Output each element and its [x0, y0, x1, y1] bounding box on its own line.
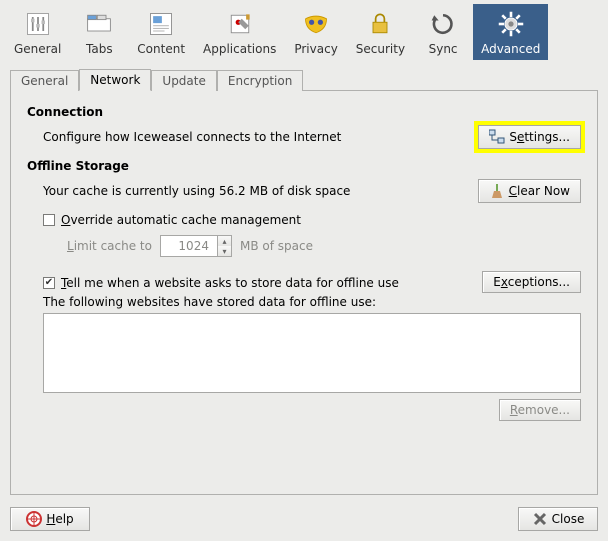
dialog-footer: Help Close	[0, 495, 608, 541]
remove-site-button[interactable]: Remove...	[499, 399, 581, 421]
tab-label: Network	[90, 73, 140, 87]
limit-cache-label: Limit cache to	[67, 239, 152, 253]
category-label: Tabs	[86, 42, 113, 56]
connection-heading: Connection	[27, 105, 581, 119]
button-label: Help	[46, 512, 73, 526]
tab-update[interactable]: Update	[151, 70, 216, 91]
applications-icon	[224, 8, 256, 40]
category-general[interactable]: General	[6, 4, 69, 60]
network-panel: Connection Configure how Iceweasel conne…	[10, 91, 598, 495]
sliders-icon	[22, 8, 54, 40]
spin-up-icon[interactable]: ▴	[217, 236, 231, 246]
category-label: Advanced	[481, 42, 540, 56]
category-toolbar: General Tabs Content Applications Privac…	[0, 0, 608, 60]
button-label: Settings...	[509, 130, 570, 144]
category-label: Content	[137, 42, 185, 56]
category-label: General	[14, 42, 61, 56]
preferences-window: General Tabs Content Applications Privac…	[0, 0, 608, 541]
category-label: Sync	[429, 42, 458, 56]
limit-cache-field[interactable]: ▴▾	[160, 235, 232, 257]
tab-encryption[interactable]: Encryption	[217, 70, 303, 91]
close-icon	[532, 511, 548, 527]
checkbox-label: Override automatic cache management	[61, 213, 301, 227]
connection-settings-button[interactable]: Settings...	[478, 125, 581, 149]
cache-status-text: Your cache is currently using 56.2 MB of…	[43, 184, 350, 198]
sync-icon	[427, 8, 459, 40]
category-applications[interactable]: Applications	[195, 4, 284, 60]
connection-desc: Configure how Iceweasel connects to the …	[43, 130, 341, 144]
close-button[interactable]: Close	[518, 507, 598, 531]
help-button[interactable]: Help	[10, 507, 90, 531]
category-label: Applications	[203, 42, 276, 56]
button-label: Clear Now	[509, 184, 570, 198]
override-cache-checkbox[interactable]: Override automatic cache management	[43, 213, 301, 227]
exceptions-button[interactable]: Exceptions...	[482, 271, 581, 293]
subtab-bar: General Network Update Encryption	[10, 68, 598, 91]
tab-network[interactable]: Network	[79, 69, 151, 91]
tell-me-checkbox[interactable]: Tell me when a website asks to store dat…	[43, 276, 399, 290]
category-content[interactable]: Content	[129, 4, 193, 60]
checkbox-box	[43, 214, 55, 226]
category-label: Security	[356, 42, 405, 56]
button-label: Remove...	[510, 403, 570, 417]
tabs-icon	[83, 8, 115, 40]
limit-cache-units: MB of space	[240, 239, 313, 253]
category-privacy[interactable]: Privacy	[286, 4, 345, 60]
tab-label: Update	[162, 74, 205, 88]
button-label: Exceptions...	[493, 275, 570, 289]
network-icon	[489, 129, 505, 145]
mask-icon	[300, 8, 332, 40]
spinner[interactable]: ▴▾	[217, 236, 231, 256]
checkbox-box	[43, 277, 55, 289]
tab-general[interactable]: General	[10, 70, 79, 91]
tab-label: Encryption	[228, 74, 292, 88]
spin-down-icon[interactable]: ▾	[217, 246, 231, 256]
button-label: Close	[552, 512, 585, 526]
stored-sites-label: The following websites have stored data …	[43, 295, 581, 309]
advanced-panel: General Network Update Encryption Connec…	[0, 60, 608, 495]
offline-sites-listbox[interactable]	[43, 313, 581, 393]
gear-icon	[495, 8, 527, 40]
offline-heading: Offline Storage	[27, 159, 581, 173]
category-sync[interactable]: Sync	[415, 4, 471, 60]
content-icon	[145, 8, 177, 40]
lock-icon	[364, 8, 396, 40]
clear-cache-button[interactable]: Clear Now	[478, 179, 581, 203]
tab-label: General	[21, 74, 68, 88]
category-tabs[interactable]: Tabs	[71, 4, 127, 60]
broom-icon	[489, 183, 505, 199]
limit-cache-input[interactable]	[165, 238, 211, 254]
lifebuoy-icon	[26, 511, 42, 527]
checkbox-label: Tell me when a website asks to store dat…	[61, 276, 399, 290]
category-advanced[interactable]: Advanced	[473, 4, 548, 60]
category-security[interactable]: Security	[348, 4, 413, 60]
category-label: Privacy	[294, 42, 337, 56]
